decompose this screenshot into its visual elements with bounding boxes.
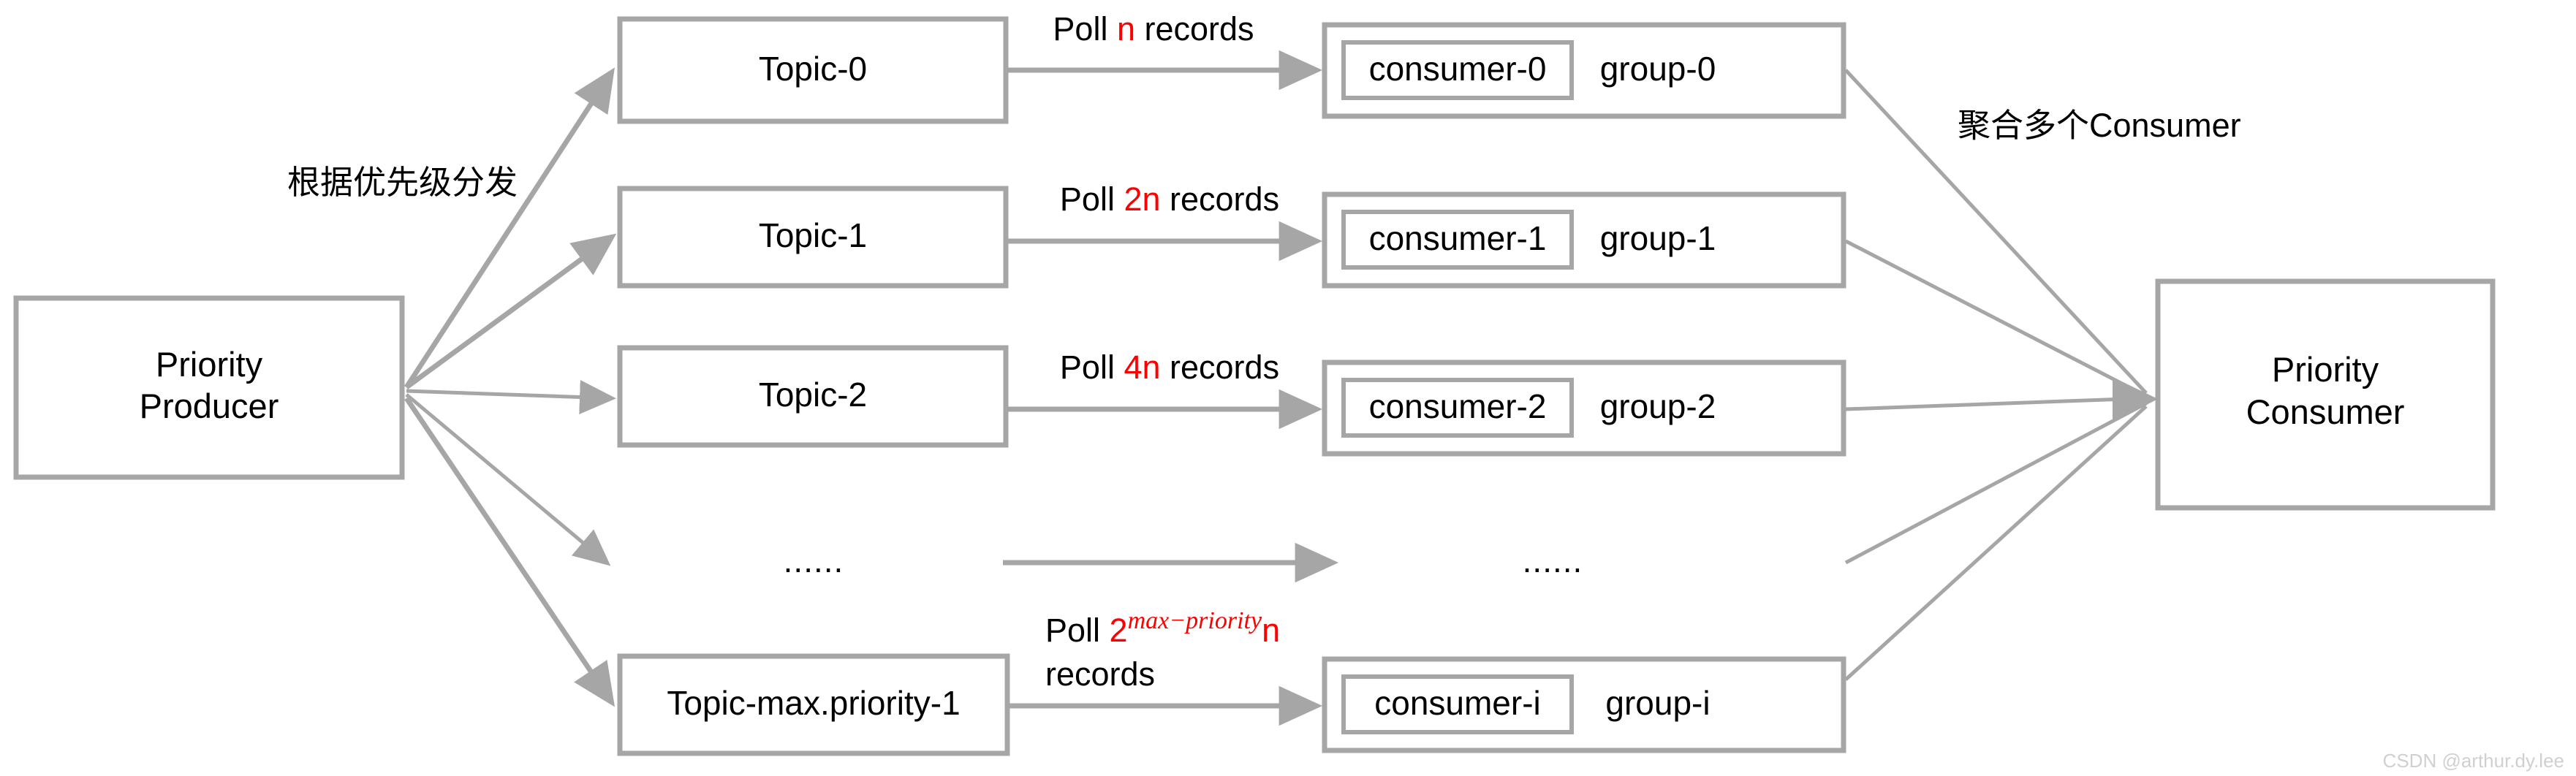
poll-formula-line1: Poll 2max−priorityn	[1045, 607, 1280, 649]
poll-label-2-group: Poll 4n records	[1060, 349, 1279, 386]
watermark-label: CSDN @arthur.dy.lee	[2383, 750, 2564, 772]
poll-label-0: Poll n records	[1053, 10, 1254, 47]
poll-formula-base: 2	[1110, 612, 1128, 649]
dispatch-annotation-label: 根据优先级分发	[287, 164, 518, 201]
consumer-row-0[interactable]: consumer-0 group-0	[1322, 22, 1846, 119]
poll-label-0-prefix: Poll	[1053, 10, 1117, 47]
aggregate-annotation-label: 聚合多个Consumer	[1958, 107, 2241, 144]
diagram-canvas: Priority Producer 根据优先级分发 Topic-0 Topic-…	[0, 0, 2576, 776]
arrow-producer-to-topic-2	[406, 379, 616, 414]
arrow-producer-to-topic-0	[404, 67, 615, 389]
poll-label-1: Poll 2n records	[1060, 180, 1279, 218]
poll-label-0-amount: n	[1117, 10, 1135, 47]
priority-producer-label-line1: Priority	[156, 345, 263, 384]
poll-label-1-amount: 2n	[1124, 180, 1160, 218]
consumer-0-label: consumer-0	[1369, 50, 1547, 88]
priority-kafka-diagram: Priority Producer 根据优先级分发 Topic-0 Topic-…	[13, 10, 2564, 772]
priority-consumer-label-line2: Consumer	[2246, 392, 2405, 431]
poll-label-0-suffix: records	[1135, 10, 1254, 47]
poll-label-1-prefix: Poll	[1060, 180, 1124, 218]
arrow-producer-to-ellipsis	[405, 393, 611, 566]
consumer-column-ellipsis: ......	[1523, 541, 1583, 579]
topic-0-node[interactable]: Topic-0	[617, 16, 1009, 124]
group-i-label: group-i	[1605, 684, 1710, 722]
consumer-2-label: consumer-2	[1369, 387, 1547, 425]
consumer-row-2[interactable]: consumer-2 group-2	[1322, 360, 1846, 457]
priority-consumer-label-line1: Priority	[2272, 350, 2379, 389]
poll-formula-prefix: Poll	[1045, 612, 1110, 649]
consumer-1-label: consumer-1	[1369, 219, 1547, 257]
topic-1-node[interactable]: Topic-1	[617, 186, 1009, 289]
topic-column-ellipsis: ......	[784, 541, 844, 579]
consumer-row-i[interactable]: consumer-i group-i	[1322, 656, 1846, 753]
poll-formula-group: Poll 2max−priorityn records	[1045, 607, 1280, 693]
topic-1-label: Topic-1	[759, 216, 867, 254]
poll-label-2-prefix: Poll	[1060, 349, 1124, 386]
arrow-producer-to-topic-max	[404, 397, 615, 707]
arrow-ellipsis-to-priority-consumer	[1844, 401, 2148, 565]
consumer-row-1[interactable]: consumer-1 group-1	[1322, 191, 1846, 289]
poll-label-1-suffix: records	[1161, 180, 1280, 218]
poll-label-1-group: Poll 2n records	[1060, 180, 1279, 218]
topic-2-node[interactable]: Topic-2	[617, 345, 1009, 448]
priority-producer-label-line2: Producer	[140, 387, 279, 425]
topic-max-priority-label: Topic-max.priority-1	[667, 684, 960, 722]
group-0-label: group-0	[1600, 50, 1716, 88]
poll-formula-exponent: max−priority	[1128, 607, 1262, 634]
topic-2-label: Topic-2	[759, 376, 867, 414]
poll-label-2-suffix: records	[1161, 349, 1280, 386]
arrow-consumer-1-to-priority-consumer	[1844, 239, 2148, 398]
poll-label-2: Poll 4n records	[1060, 349, 1279, 386]
arrow-producer-to-topic-1	[404, 233, 617, 389]
arrow-consumer-2-to-priority-consumer	[1845, 396, 2147, 411]
consumer-i-label: consumer-i	[1374, 684, 1541, 722]
topic-max-priority-node[interactable]: Topic-max.priority-1	[617, 653, 1010, 756]
group-2-label: group-2	[1600, 387, 1716, 425]
consumer-fanin-arrows	[1844, 69, 2158, 681]
poll-formula-line2: records	[1045, 655, 1155, 693]
priority-consumer-node[interactable]: Priority Consumer	[2155, 278, 2496, 511]
poll-formula-factor: n	[1262, 612, 1280, 649]
priority-producer-node[interactable]: Priority Producer	[13, 295, 405, 480]
arrow-consumer-i-to-priority-consumer	[1844, 405, 2148, 681]
poll-label-2-amount: 4n	[1124, 349, 1160, 386]
poll-label-0-group: Poll n records	[1053, 10, 1254, 47]
group-1-label: group-1	[1600, 219, 1716, 257]
topic-0-label: Topic-0	[759, 50, 867, 88]
